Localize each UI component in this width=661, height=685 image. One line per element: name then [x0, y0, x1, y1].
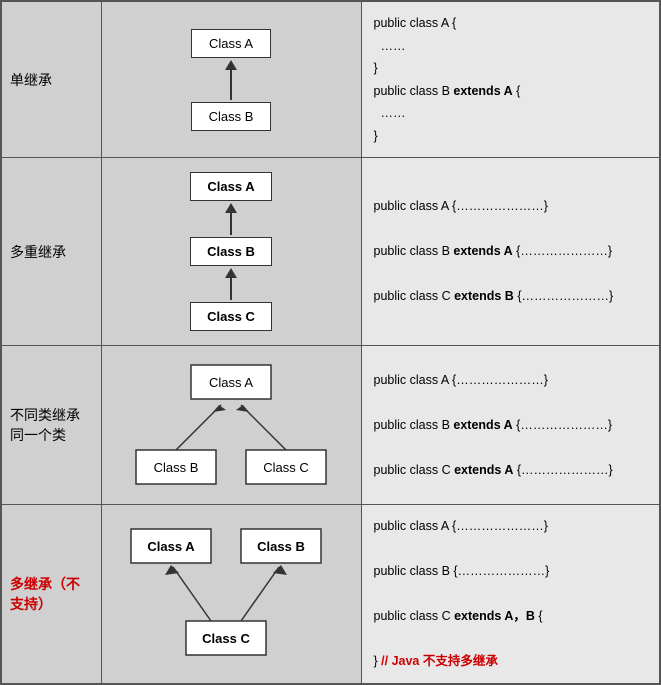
code-line: public class B {…………………} [374, 560, 648, 583]
code-line: public class C extends B {…………………} [374, 285, 648, 308]
code-line [374, 436, 648, 459]
code-line [374, 263, 648, 286]
code-line: public class B extends A {…………………} [374, 414, 648, 437]
label-fork: 不同类继承同一个类 [1, 346, 101, 505]
fork-diagram-svg: Class A Class B Class C [131, 360, 331, 490]
class-box-A1: Class A [191, 29, 271, 58]
diamond-diagram-svg: Class A Class B Class C [121, 521, 341, 666]
code-line: public class A { [374, 12, 648, 35]
code-fork: public class A {…………………} public class B … [361, 346, 660, 505]
diagram-multi: Class A Class B Class C [101, 158, 361, 346]
code-line: …… [374, 35, 648, 58]
arrow-head-up [225, 60, 237, 70]
svg-text:Class A: Class A [209, 375, 253, 390]
diagram-single: Class A Class B [101, 1, 361, 158]
code-line: public class C extends A，B { [374, 605, 648, 628]
arrow-line [230, 70, 232, 100]
code-line [374, 628, 648, 651]
code-line: } [374, 125, 648, 148]
code-line: } [374, 57, 648, 80]
arrow-head [225, 203, 237, 213]
row-multi-inheritance: 多重继承 Class A Class B Class C public clas… [1, 158, 660, 346]
arrow-line [230, 278, 232, 300]
svg-text:Class C: Class C [202, 631, 250, 646]
class-box-A2: Class A [190, 172, 271, 201]
row-multiple-inheritance-unsupported: 多继承（不支持） Class A Class B Class C [1, 505, 660, 684]
code-line: …… [374, 102, 648, 125]
code-line: public class C extends A {…………………} [374, 459, 648, 482]
class-box-C2: Class C [190, 302, 272, 331]
code-single: public class A { …… } public class B ext… [361, 1, 660, 158]
class-box-B2: Class B [190, 237, 272, 266]
svg-text:Class A: Class A [147, 539, 195, 554]
code-line [374, 538, 648, 561]
diagram-fork: Class A Class B Class C [101, 346, 361, 505]
svg-text:Class C: Class C [263, 460, 309, 475]
code-line: public class B extends A { [374, 80, 648, 103]
code-line [374, 391, 648, 414]
code-line: } // Java 不支持多继承 [374, 650, 648, 673]
code-multiple: public class A {…………………} public class B … [361, 505, 660, 684]
diagram-multiple: Class A Class B Class C [101, 505, 361, 684]
code-line: public class B extends A {…………………} [374, 240, 648, 263]
label-multiple: 多继承（不支持） [1, 505, 101, 684]
arrow-head [225, 268, 237, 278]
arrow-line [230, 213, 232, 235]
code-line: public class A {…………………} [374, 515, 648, 538]
label-single: 单继承 [1, 1, 101, 158]
code-line [374, 218, 648, 241]
code-line: public class A {…………………} [374, 369, 648, 392]
code-multi: public class A {…………………} public class B … [361, 158, 660, 346]
label-multi: 多重继承 [1, 158, 101, 346]
main-table: 单继承 Class A Class B public class A { …… … [0, 0, 661, 685]
svg-text:Class B: Class B [257, 539, 305, 554]
code-line [374, 583, 648, 606]
row-single-inheritance: 单继承 Class A Class B public class A { …… … [1, 1, 660, 158]
class-box-B1: Class B [191, 102, 271, 131]
code-line: public class A {…………………} [374, 195, 648, 218]
row-fork-inheritance: 不同类继承同一个类 Class A Class B Class C [1, 346, 660, 505]
svg-text:Class B: Class B [154, 460, 199, 475]
